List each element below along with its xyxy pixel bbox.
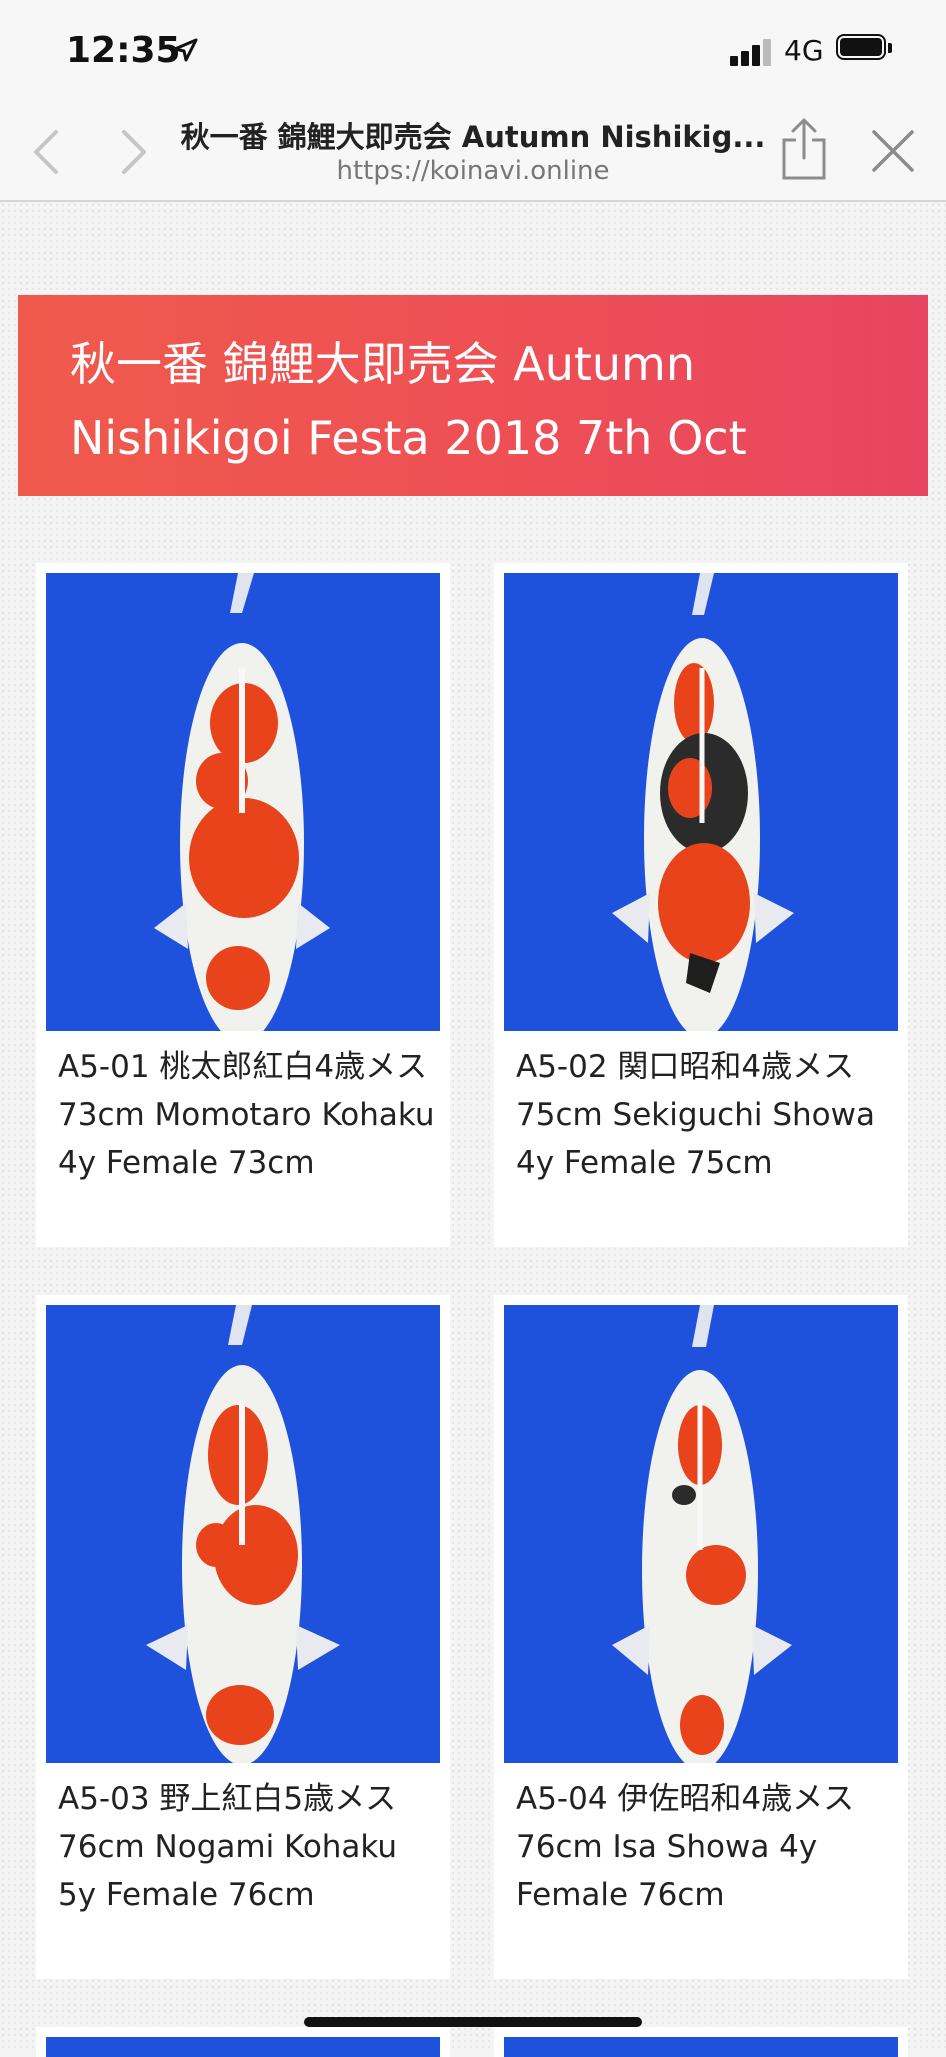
listing-card[interactable]: A5-03 野上紅白5歳メス76cm Nogami Kohaku 5y Fema… <box>36 1295 450 1979</box>
listing-card[interactable]: A5-04 伊佐昭和4歳メス76cm Isa Showa 4y Female 7… <box>494 1295 908 1979</box>
koi-image <box>504 1305 898 1763</box>
battery-icon <box>836 34 894 64</box>
koi-photo[interactable] <box>46 1305 440 1763</box>
page-title: 秋一番 錦鯉大即売会 Autumn Nishikig... <box>180 120 766 154</box>
koi-photo[interactable] <box>46 2037 440 2057</box>
cellular-signal-icon <box>730 38 772 66</box>
home-indicator[interactable] <box>304 2017 642 2027</box>
listing-caption[interactable]: A5-02 関口昭和4歳メス75cm Sekiguchi Showa 4y Fe… <box>516 1043 896 1187</box>
koi-photo[interactable] <box>504 1305 898 1763</box>
network-type: 4G <box>784 34 824 67</box>
koi-photo[interactable] <box>504 2037 898 2057</box>
listing-caption[interactable]: A5-04 伊佐昭和4歳メス76cm Isa Showa 4y Female 7… <box>516 1775 896 1919</box>
page-url[interactable]: https://koinavi.online <box>160 156 786 186</box>
back-chevron-icon[interactable] <box>22 124 72 180</box>
listing-card[interactable]: A5-02 関口昭和4歳メス75cm Sekiguchi Showa 4y Fe… <box>494 563 908 1247</box>
forward-chevron-icon[interactable] <box>108 124 158 180</box>
koi-image <box>46 573 440 1031</box>
web-content: 秋一番 錦鯉大即売会 Autumn Nishikigoi Festa 2018 … <box>0 202 946 2057</box>
koi-image <box>46 1305 440 1763</box>
status-bar: 12:35 4G <box>0 0 946 100</box>
banner-title-line2: Nishikigoi Festa 2018 7th Oct <box>70 411 747 465</box>
location-arrow-icon <box>173 38 198 62</box>
event-banner: 秋一番 錦鯉大即売会 Autumn Nishikigoi Festa 2018 … <box>18 295 928 496</box>
status-time: 12:35 <box>66 30 181 71</box>
koi-image <box>504 573 898 1031</box>
koi-photo[interactable] <box>504 573 898 1031</box>
koi-photo[interactable] <box>46 573 440 1031</box>
banner-title-line1: 秋一番 錦鯉大即売会 Autumn <box>70 337 696 391</box>
share-icon[interactable] <box>778 116 830 182</box>
listing-card[interactable]: A5-01 桃太郎紅白4歳メス73cm Momotaro Kohaku 4y F… <box>36 563 450 1247</box>
browser-toolbar: 秋一番 錦鯉大即売会 Autumn Nishikig... https://ko… <box>0 100 946 202</box>
listing-card[interactable] <box>494 2027 908 2057</box>
close-icon[interactable] <box>870 128 916 174</box>
listing-caption[interactable]: A5-03 野上紅白5歳メス76cm Nogami Kohaku 5y Fema… <box>58 1775 438 1919</box>
listing-caption[interactable]: A5-01 桃太郎紅白4歳メス73cm Momotaro Kohaku 4y F… <box>58 1043 438 1187</box>
listing-card[interactable] <box>36 2027 450 2057</box>
